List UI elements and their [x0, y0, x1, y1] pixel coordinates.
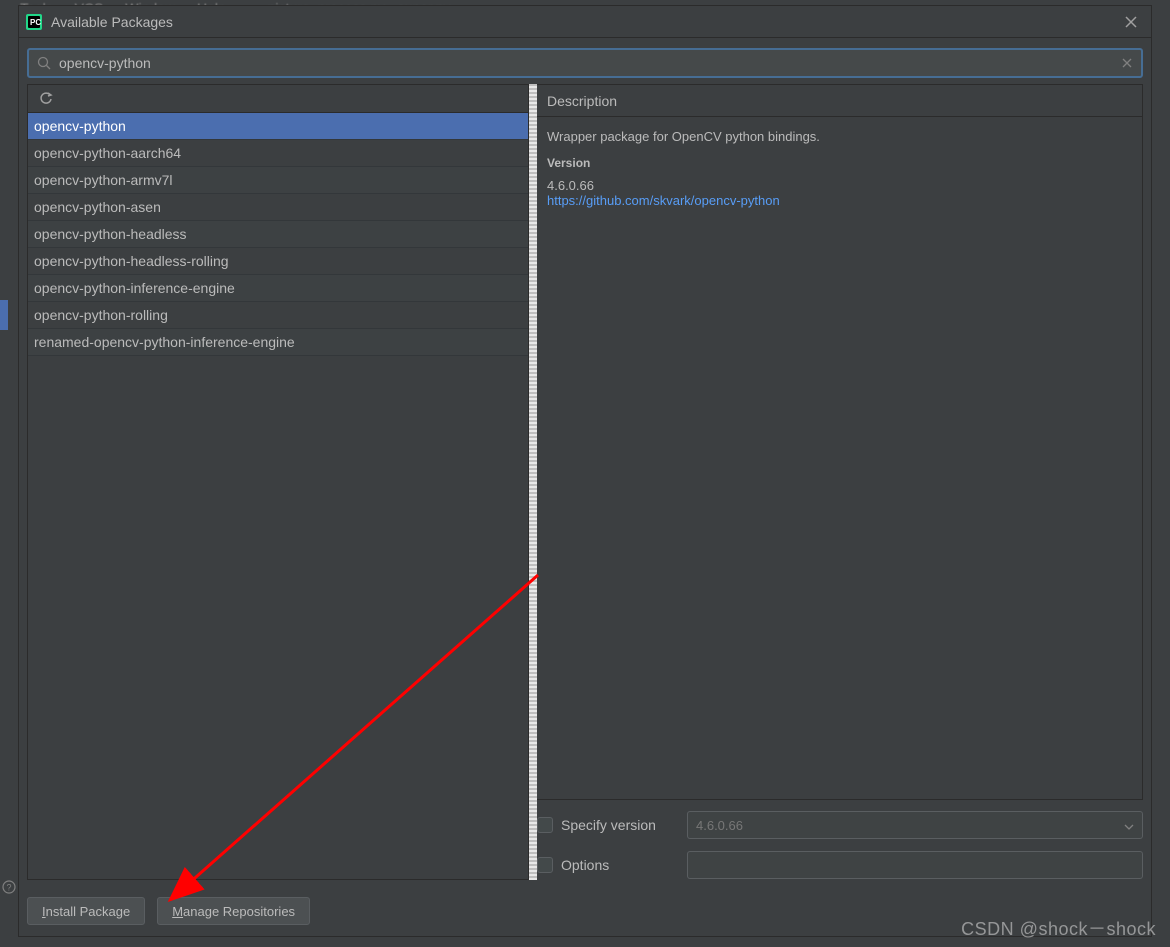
list-item[interactable]: opencv-python-asen: [28, 194, 528, 221]
list-item[interactable]: renamed-opencv-python-inference-engine: [28, 329, 528, 356]
splitter[interactable]: [529, 84, 537, 880]
dialog-title: Available Packages: [51, 14, 1119, 30]
titlebar: PC Available Packages: [19, 6, 1151, 38]
details-panel: Description Wrapper package for OpenCV p…: [537, 84, 1143, 880]
help-icon[interactable]: ?: [1, 879, 17, 895]
version-value: 4.6.0.66: [547, 178, 1132, 193]
clear-search-icon[interactable]: [1119, 55, 1135, 71]
dialog-body: opencv-pythonopencv-python-aarch64opencv…: [19, 84, 1151, 886]
version-label: Version: [547, 156, 1132, 170]
list-item[interactable]: opencv-python-inference-engine: [28, 275, 528, 302]
available-packages-dialog: PC Available Packages opencv-pythonopenc…: [18, 5, 1152, 937]
refresh-icon[interactable]: [38, 91, 54, 107]
description-summary: Wrapper package for OpenCV python bindin…: [547, 129, 1132, 144]
svg-text:PC: PC: [30, 18, 41, 27]
pycharm-icon: PC: [25, 13, 43, 31]
package-list[interactable]: opencv-pythonopencv-python-aarch64opencv…: [28, 113, 528, 879]
options-checkbox[interactable]: [537, 857, 553, 873]
search-input[interactable]: [59, 55, 1119, 71]
specify-version-select[interactable]: 4.6.0.66: [687, 811, 1143, 839]
options-input[interactable]: [687, 851, 1143, 879]
repo-link[interactable]: https://github.com/skvark/opencv-python: [547, 193, 1132, 208]
list-item[interactable]: opencv-python-headless: [28, 221, 528, 248]
refresh-bar: [28, 85, 528, 113]
options-label: Options: [561, 857, 609, 873]
description-header: Description: [537, 85, 1142, 117]
list-item[interactable]: opencv-python-rolling: [28, 302, 528, 329]
svg-text:?: ?: [7, 883, 12, 893]
specify-version-checkbox[interactable]: [537, 817, 553, 833]
search-icon: [35, 54, 53, 72]
specify-version-checkbox-group: Specify version: [537, 817, 687, 833]
list-item[interactable]: opencv-python-armv7l: [28, 167, 528, 194]
list-item[interactable]: opencv-python-aarch64: [28, 140, 528, 167]
side-highlight: [0, 300, 8, 330]
chevron-down-icon: [1124, 818, 1134, 833]
specify-version-row: Specify version 4.6.0.66: [537, 810, 1143, 840]
close-icon[interactable]: [1119, 10, 1143, 34]
list-item[interactable]: opencv-python: [28, 113, 528, 140]
package-list-panel: opencv-pythonopencv-python-aarch64opencv…: [27, 84, 529, 880]
description-area: Description Wrapper package for OpenCV p…: [537, 84, 1143, 800]
install-package-button[interactable]: Install Package: [27, 897, 145, 925]
search-row: [19, 38, 1151, 84]
manage-repositories-button[interactable]: Manage Repositories: [157, 897, 310, 925]
watermark: CSDN @shock－shock: [961, 915, 1156, 941]
specify-version-label: Specify version: [561, 817, 656, 833]
search-box[interactable]: [27, 48, 1143, 78]
options-checkbox-group: Options: [537, 857, 687, 873]
options-row: Options: [537, 850, 1143, 880]
list-item[interactable]: opencv-python-headless-rolling: [28, 248, 528, 275]
